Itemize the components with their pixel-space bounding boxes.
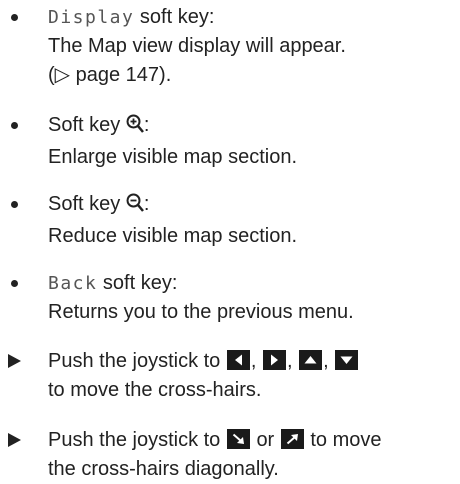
or-text: or xyxy=(256,429,275,451)
description: Enlarge visible map section. xyxy=(48,146,298,168)
step-text: to move xyxy=(310,429,382,451)
diagonal-down-right-key-icon xyxy=(226,429,250,449)
zoom-out-icon xyxy=(126,193,144,222)
colon: : xyxy=(143,193,150,215)
step-text-continued: to move the cross-hairs. xyxy=(48,379,262,401)
left-arrow-key-icon xyxy=(226,350,250,370)
down-arrow-key-icon xyxy=(335,350,359,370)
up-arrow-key-icon xyxy=(299,350,323,370)
step-text: Push the joystick to xyxy=(48,350,221,372)
page-reference-arrow-icon: ▷ xyxy=(54,64,71,86)
separator: , xyxy=(250,350,257,372)
diagonal-up-right-key-icon xyxy=(280,429,304,449)
manual-page: Display soft key: The Map view display w… xyxy=(0,0,460,481)
heading-suffix: soft key: xyxy=(134,6,215,28)
separator: , xyxy=(323,350,329,372)
page-reference: page 147). xyxy=(70,64,172,86)
heading-suffix: soft key: xyxy=(97,272,178,294)
description: Reduce visible map section. xyxy=(48,225,298,247)
heading: Soft key xyxy=(48,193,121,215)
heading: Soft key xyxy=(48,114,121,136)
right-arrow-key-icon xyxy=(263,350,286,370)
separator: , xyxy=(287,350,293,372)
soft-key-name-back: Back xyxy=(48,273,98,294)
description: Returns you to the previous menu. xyxy=(48,301,354,323)
colon: : xyxy=(143,114,150,136)
zoom-in-icon xyxy=(126,114,144,143)
step-text: Push the joystick to xyxy=(48,429,221,451)
step-text-continued: the cross-hairs diagonally. xyxy=(48,458,279,480)
soft-key-name-display: Display xyxy=(48,7,135,28)
description: The Map view display will appear. xyxy=(48,35,346,57)
